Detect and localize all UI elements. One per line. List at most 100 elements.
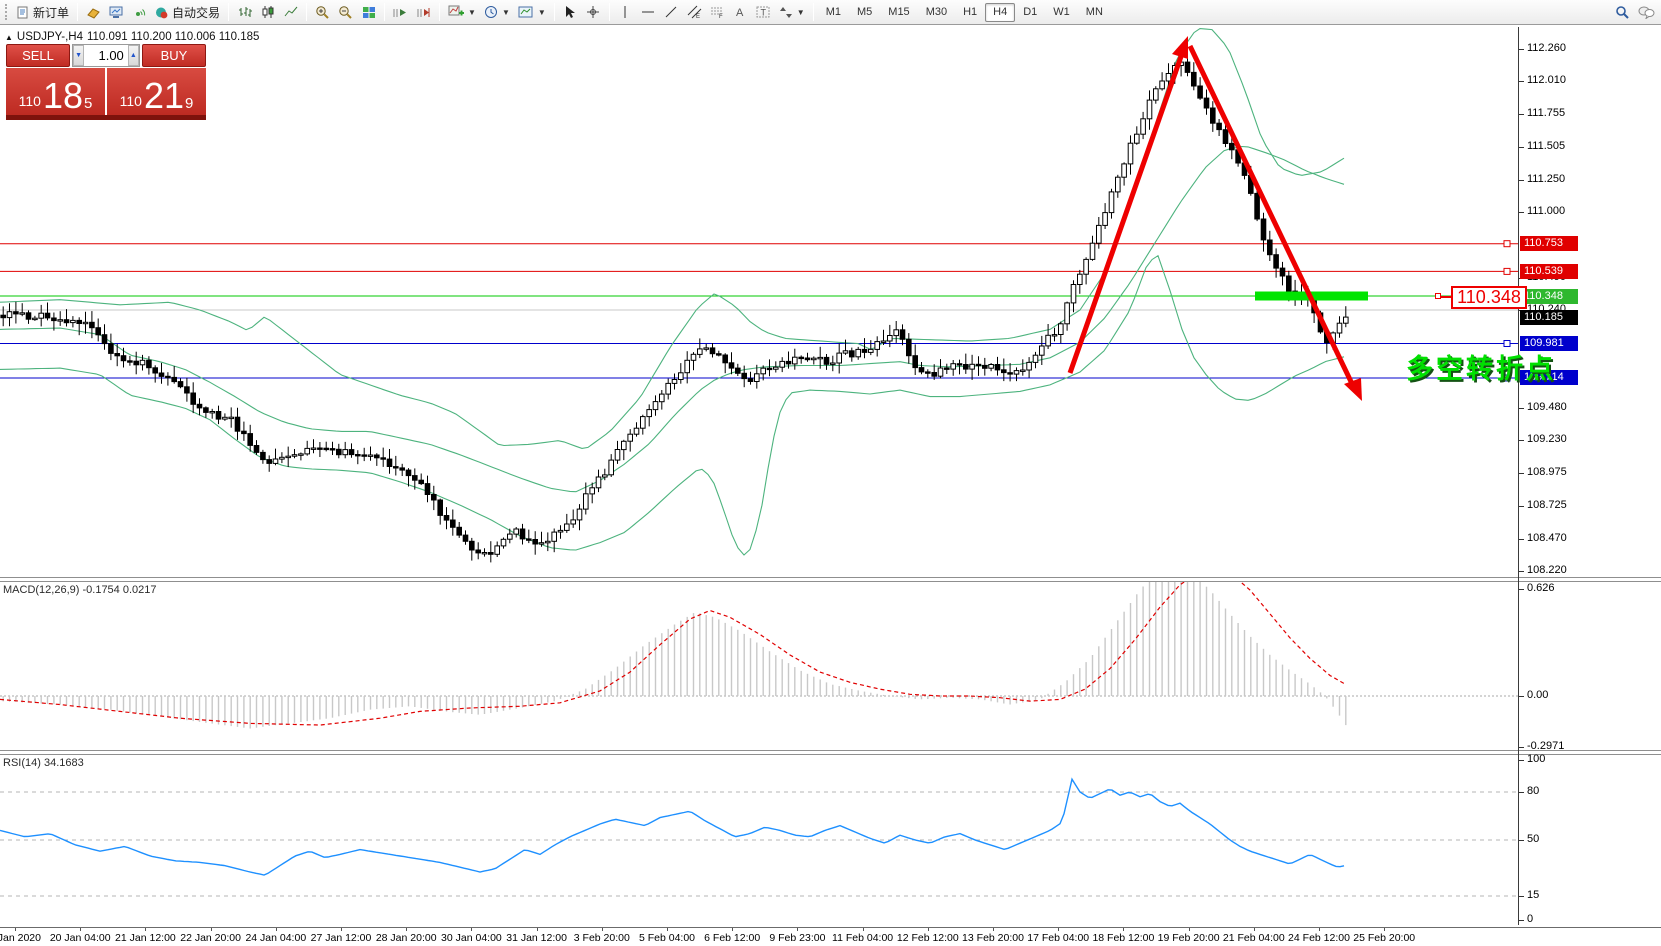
crosshair-icon bbox=[586, 5, 600, 19]
rsi-tick-label: 80 bbox=[1527, 785, 1539, 797]
terminal-icon bbox=[109, 6, 124, 19]
rsi-panel bbox=[0, 755, 1518, 925]
autotrade-button[interactable]: 自动交易 bbox=[151, 2, 224, 23]
bid-quote[interactable]: 110 18 5 bbox=[6, 68, 105, 120]
search-button[interactable] bbox=[1611, 2, 1634, 23]
chevron-down-icon: ▼ bbox=[468, 8, 476, 17]
auto-scroll-button[interactable] bbox=[389, 2, 412, 23]
volume-input[interactable] bbox=[84, 45, 128, 66]
auto-scroll-icon bbox=[393, 6, 408, 19]
macd-tick-label: 0.626 bbox=[1527, 582, 1555, 594]
bar-chart-icon bbox=[238, 5, 252, 19]
fibonacci-button[interactable]: F bbox=[706, 2, 729, 23]
line-chart-button[interactable] bbox=[279, 2, 302, 23]
axis-tick bbox=[1519, 506, 1524, 507]
cursor-button[interactable] bbox=[559, 2, 582, 23]
candlestick-icon bbox=[261, 5, 275, 19]
level-price-label[interactable]: 110.348 bbox=[1451, 286, 1527, 309]
timeframe-M5[interactable]: M5 bbox=[849, 3, 880, 22]
text-button[interactable]: A bbox=[729, 2, 752, 23]
vline-button[interactable] bbox=[614, 2, 637, 23]
tile-windows-button[interactable] bbox=[357, 2, 380, 23]
rsi-tick-label: 50 bbox=[1527, 833, 1539, 845]
symbol-ohlc: 110.091 110.200 110.006 110.185 bbox=[87, 31, 259, 43]
terminal-button[interactable] bbox=[105, 2, 128, 23]
svg-text:A: A bbox=[736, 7, 744, 19]
timeframe-W1[interactable]: W1 bbox=[1045, 3, 1078, 22]
time-label: 11 Feb 04:00 bbox=[832, 932, 893, 944]
time-label: 6 Feb 12:00 bbox=[704, 932, 760, 944]
toolbar: 新订单 自动交易 bbox=[0, 0, 1661, 25]
signal-button[interactable] bbox=[128, 2, 151, 23]
time-label: 24 Feb 12:00 bbox=[1288, 932, 1350, 944]
volume-decrease-button[interactable]: ▼ bbox=[73, 45, 84, 66]
rsi-tick-label: 15 bbox=[1527, 889, 1539, 901]
time-label: 21 Jan 12:00 bbox=[115, 932, 176, 944]
axis-tick bbox=[1519, 147, 1524, 148]
rsi-tick-label: 0 bbox=[1527, 913, 1533, 925]
timeframe-M15[interactable]: M15 bbox=[880, 3, 917, 22]
axis-tick-label: 112.010 bbox=[1527, 74, 1566, 86]
rsi-label: RSI(14) 34.1683 bbox=[3, 757, 84, 769]
timeframe-H4[interactable]: H4 bbox=[985, 3, 1015, 22]
indicators-button[interactable]: ▼ bbox=[444, 2, 480, 23]
candlestick-button[interactable] bbox=[256, 2, 279, 23]
templates-button[interactable]: ▼ bbox=[514, 2, 550, 23]
axis-tick bbox=[1519, 408, 1524, 409]
signal-icon bbox=[132, 6, 147, 19]
axis-tick-label: 111.000 bbox=[1527, 205, 1565, 217]
time-label: 13 Feb 20:00 bbox=[962, 932, 1024, 944]
volume-increase-button[interactable]: ▲ bbox=[128, 45, 139, 66]
svg-text:T: T bbox=[761, 8, 767, 18]
timeframe-D1[interactable]: D1 bbox=[1015, 3, 1045, 22]
price-axis-border bbox=[1518, 27, 1519, 925]
axis-tick bbox=[1519, 571, 1524, 572]
channel-button[interactable]: E bbox=[683, 2, 706, 23]
text-icon: A bbox=[734, 5, 746, 19]
chat-button[interactable] bbox=[1634, 2, 1659, 23]
macd-tick-label: -0.2971 bbox=[1527, 740, 1564, 752]
timeframe-H1[interactable]: H1 bbox=[955, 3, 985, 22]
hline-button[interactable] bbox=[637, 2, 660, 23]
pivot-annotation[interactable]: 多空转折点 bbox=[1406, 347, 1556, 386]
gold-button[interactable] bbox=[82, 2, 105, 23]
time-label: 6 Jan 2020 bbox=[0, 932, 41, 944]
trendline-button[interactable] bbox=[660, 2, 683, 23]
chart-shift-icon bbox=[416, 6, 431, 19]
time-label: 27 Jan 12:00 bbox=[311, 932, 372, 944]
chart-shift-button[interactable] bbox=[412, 2, 435, 23]
ask-quote[interactable]: 110 21 9 bbox=[107, 68, 206, 120]
svg-text:E: E bbox=[696, 14, 700, 19]
gold-icon bbox=[86, 6, 101, 19]
mt4-window: 新订单 自动交易 bbox=[0, 0, 1661, 946]
axis-tick-label: 108.725 bbox=[1527, 499, 1567, 511]
timeframe-MN[interactable]: MN bbox=[1078, 3, 1111, 22]
periods-button[interactable]: ▼ bbox=[480, 2, 514, 23]
macd-panel bbox=[0, 582, 1518, 750]
new-order-button[interactable]: 新订单 bbox=[13, 2, 73, 23]
timeframe-M1[interactable]: M1 bbox=[818, 3, 849, 22]
axis-tick-label: 109.480 bbox=[1527, 401, 1567, 413]
axis-tick-label: 108.220 bbox=[1527, 564, 1567, 576]
autotrade-label: 自动交易 bbox=[172, 4, 220, 21]
time-label: 5 Feb 04:00 bbox=[639, 932, 695, 944]
sell-button[interactable]: SELL bbox=[6, 44, 70, 67]
zoom-out-button[interactable] bbox=[334, 2, 357, 23]
zoom-in-button[interactable] bbox=[311, 2, 334, 23]
cursor-icon bbox=[564, 5, 576, 19]
level-label-connector bbox=[1441, 296, 1451, 298]
timeframe-M30[interactable]: M30 bbox=[918, 3, 955, 22]
chevron-down-icon: ▼ bbox=[538, 8, 546, 17]
chart-area[interactable]: 112.260112.010111.755111.505111.250111.0… bbox=[0, 26, 1661, 946]
buy-button[interactable]: BUY bbox=[142, 44, 206, 67]
arrows-button[interactable]: ▼ bbox=[775, 2, 809, 23]
time-label: 17 Feb 04:00 bbox=[1027, 932, 1089, 944]
time-axis[interactable]: 6 Jan 202020 Jan 04:0021 Jan 12:0022 Jan… bbox=[0, 927, 1661, 946]
bar-chart-button[interactable] bbox=[233, 2, 256, 23]
price-chart bbox=[0, 27, 1518, 578]
crosshair-button[interactable] bbox=[582, 2, 605, 23]
time-label: 24 Jan 04:00 bbox=[245, 932, 306, 944]
text-label-button[interactable]: T bbox=[752, 2, 775, 23]
chevron-down-icon: ▼ bbox=[797, 8, 805, 17]
time-label: 21 Feb 04:00 bbox=[1223, 932, 1285, 944]
